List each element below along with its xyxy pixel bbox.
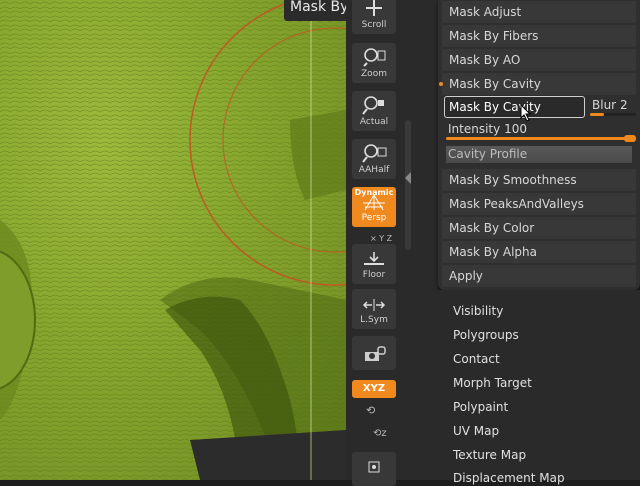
blur-slider-label[interactable]: Blur 2 [592, 98, 628, 112]
intensity-label: Intensity [448, 122, 501, 136]
frame-button[interactable] [352, 452, 396, 486]
intensity-slider-label[interactable]: Intensity 100 [448, 122, 527, 136]
floor-icon [364, 252, 384, 265]
right-shelf: Scroll Zoom Actual AAHalf Dynamic Persp … [346, 0, 402, 486]
dynamic-label: Dynamic [354, 188, 394, 197]
actual-label: Actual [359, 117, 389, 127]
subtool-menu-list: Visibility Polygroups Contact Morph Targ… [438, 290, 640, 485]
mask-by-cavity-field[interactable]: Mask By Cavity [444, 96, 585, 118]
rotate-z-icon[interactable]: ⟲z [373, 428, 387, 439]
uv-map-menu[interactable]: UV Map [453, 424, 499, 438]
polypaint-menu[interactable]: Polypaint [453, 400, 508, 414]
mask-by-fibers-button[interactable]: Mask By Fibers [442, 25, 636, 47]
floor-label: Floor [362, 270, 386, 280]
xyz-rotate-button[interactable]: XYZ [352, 380, 396, 398]
mask-by-alpha-label: Mask By Alpha [449, 245, 537, 259]
scroll-icon [366, 0, 382, 16]
mask-adjust-button[interactable]: Mask Adjust [442, 1, 636, 23]
mask-by-color-label: Mask By Color [449, 221, 535, 235]
tooltip: Mask By Cavity [284, 0, 346, 21]
lsym-button[interactable]: L.Sym [352, 289, 396, 329]
lsym-label: L.Sym [360, 315, 388, 325]
mask-by-ao-button[interactable]: Mask By AO [442, 49, 636, 71]
aahalf-icon [362, 144, 387, 163]
morph-target-menu[interactable]: Morph Target [453, 376, 532, 390]
blur-slider-fill [590, 113, 604, 116]
zoom-label: Zoom [361, 69, 387, 79]
aahalf-label: AAHalf [358, 165, 390, 175]
mouse-cursor-icon [520, 104, 532, 122]
apply-button[interactable]: Apply [442, 265, 636, 287]
actual-button[interactable]: Actual [352, 91, 396, 131]
visibility-menu[interactable]: Visibility [453, 304, 503, 318]
mask-by-fibers-label: Mask By Fibers [449, 29, 539, 43]
canvas-viewport[interactable]: Mask By Cavity [0, 0, 346, 480]
mask-by-cavity-button[interactable]: Mask By Cavity [439, 73, 636, 95]
mask-by-smoothness-label: Mask By Smoothness [449, 173, 577, 187]
blur-value: 2 [619, 98, 628, 112]
intensity-slider-handle[interactable] [624, 135, 636, 142]
cavity-profile-button[interactable]: Cavity Profile [446, 146, 632, 163]
mask-by-alpha-button[interactable]: Mask By Alpha [442, 241, 636, 263]
floor-button[interactable]: Floor [352, 244, 396, 284]
zoom-icon [363, 48, 386, 67]
mask-peaks-and-valleys-button[interactable]: Mask PeaksAndValleys [442, 193, 636, 215]
zoom-button[interactable]: Zoom [352, 43, 396, 83]
aahalf-button[interactable]: AAHalf [352, 139, 396, 179]
xyz-label: XYZ [362, 383, 386, 394]
mask-by-cavity-label: Mask By Cavity [449, 77, 541, 91]
persp-label: Persp [361, 213, 387, 223]
mask-by-smoothness-button[interactable]: Mask By Smoothness [442, 169, 636, 191]
mask-peaks-and-valleys-label: Mask PeaksAndValleys [449, 197, 584, 211]
model-scene [0, 0, 346, 480]
intensity-value: 100 [504, 122, 527, 136]
intensity-slider-fill [446, 137, 634, 140]
active-dot-icon [439, 82, 443, 86]
blur-slider-track[interactable] [590, 113, 636, 116]
contact-menu[interactable]: Contact [453, 352, 500, 366]
mask-by-ao-label: Mask By AO [449, 53, 521, 67]
tray-scrollbar[interactable] [405, 120, 411, 250]
polygroups-menu[interactable]: Polygroups [453, 328, 519, 342]
masking-palette: Mask Adjust Mask By Fibers Mask By AO Ma… [438, 0, 640, 290]
camera-lock-icon [365, 346, 386, 361]
tray-divider [402, 0, 438, 480]
actual-icon [362, 96, 384, 115]
mask-adjust-label: Mask Adjust [449, 5, 522, 19]
rotate-y-icon[interactable]: ⟲ [366, 404, 375, 417]
scroll-button[interactable]: Scroll [352, 0, 396, 34]
scroll-label: Scroll [361, 20, 387, 30]
collapse-arrow-icon[interactable] [405, 172, 411, 184]
axis-indicator-icon: × Y Z [370, 234, 393, 243]
blur-label: Blur [592, 98, 617, 112]
mask-by-color-button[interactable]: Mask By Color [442, 217, 636, 239]
lock-camera-button[interactable] [352, 336, 396, 370]
apply-label: Apply [449, 269, 483, 283]
symmetry-icon [362, 299, 386, 311]
persp-button[interactable]: Dynamic Persp [352, 187, 396, 227]
texture-map-menu[interactable]: Texture Map [453, 448, 526, 462]
intensity-slider-track[interactable] [446, 135, 636, 142]
displacement-map-menu[interactable]: Displacement Map [453, 471, 565, 485]
frame-icon [368, 461, 380, 473]
